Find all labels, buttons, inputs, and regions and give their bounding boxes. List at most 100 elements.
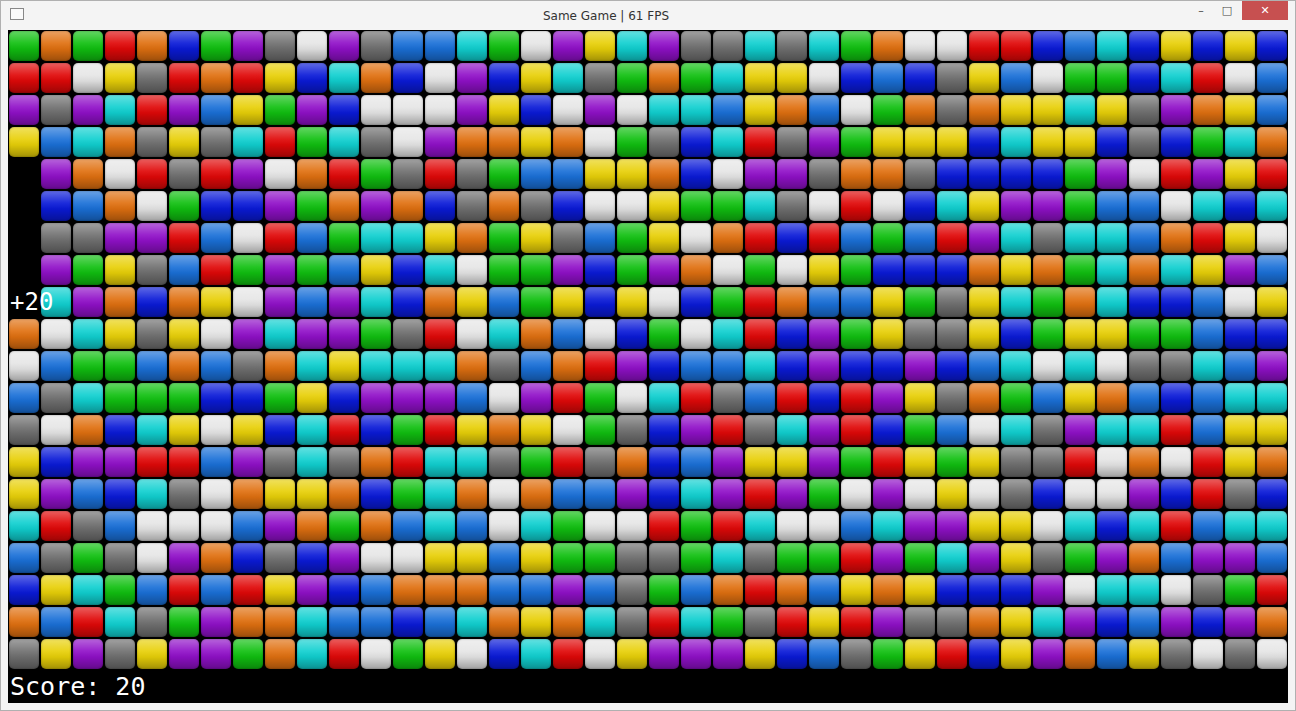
tile[interactable] xyxy=(969,191,999,221)
tile[interactable] xyxy=(841,607,871,637)
tile[interactable] xyxy=(585,287,615,317)
tile[interactable] xyxy=(233,383,263,413)
tile[interactable] xyxy=(649,95,679,125)
tile[interactable] xyxy=(73,575,103,605)
tile[interactable] xyxy=(41,607,71,637)
tile[interactable] xyxy=(1129,223,1159,253)
tile[interactable] xyxy=(1129,31,1159,61)
tile[interactable] xyxy=(1001,447,1031,477)
tile[interactable] xyxy=(169,255,199,285)
tile[interactable] xyxy=(73,447,103,477)
tile[interactable] xyxy=(169,511,199,541)
tile[interactable] xyxy=(265,511,295,541)
tile[interactable] xyxy=(393,255,423,285)
tile[interactable] xyxy=(937,191,967,221)
tile[interactable] xyxy=(521,287,551,317)
tile[interactable] xyxy=(1257,415,1287,445)
tile[interactable] xyxy=(873,95,903,125)
tile[interactable] xyxy=(841,159,871,189)
tile[interactable] xyxy=(1129,511,1159,541)
tile[interactable] xyxy=(105,191,135,221)
tile[interactable] xyxy=(841,351,871,381)
tile[interactable] xyxy=(905,159,935,189)
tile[interactable] xyxy=(1161,191,1191,221)
tile[interactable] xyxy=(1001,159,1031,189)
tile[interactable] xyxy=(681,191,711,221)
tile[interactable] xyxy=(873,479,903,509)
tile[interactable] xyxy=(1129,127,1159,157)
tile[interactable] xyxy=(553,31,583,61)
tile[interactable] xyxy=(1193,511,1223,541)
tile[interactable] xyxy=(393,159,423,189)
tile[interactable] xyxy=(1161,415,1191,445)
tile[interactable] xyxy=(201,351,231,381)
tile[interactable] xyxy=(297,639,327,669)
tile[interactable] xyxy=(457,223,487,253)
tile[interactable] xyxy=(137,127,167,157)
tile[interactable] xyxy=(809,63,839,93)
tile[interactable] xyxy=(233,511,263,541)
tile[interactable] xyxy=(1225,159,1255,189)
tile[interactable] xyxy=(1065,127,1095,157)
tile[interactable] xyxy=(713,319,743,349)
tile[interactable] xyxy=(297,127,327,157)
tile[interactable] xyxy=(521,255,551,285)
tile[interactable] xyxy=(1033,319,1063,349)
tile[interactable] xyxy=(1257,447,1287,477)
tile[interactable] xyxy=(841,575,871,605)
tile[interactable] xyxy=(617,159,647,189)
tile[interactable] xyxy=(1129,351,1159,381)
tile[interactable] xyxy=(201,223,231,253)
tile[interactable] xyxy=(905,383,935,413)
tile[interactable] xyxy=(713,191,743,221)
tile[interactable] xyxy=(1225,95,1255,125)
tile[interactable] xyxy=(137,447,167,477)
tile[interactable] xyxy=(873,383,903,413)
tile[interactable] xyxy=(233,415,263,445)
tile[interactable] xyxy=(201,255,231,285)
tile[interactable] xyxy=(297,383,327,413)
tile[interactable] xyxy=(1097,95,1127,125)
tile[interactable] xyxy=(1257,191,1287,221)
tile[interactable] xyxy=(1097,543,1127,573)
tile[interactable] xyxy=(713,287,743,317)
tile[interactable] xyxy=(617,63,647,93)
tile[interactable] xyxy=(265,223,295,253)
tile[interactable] xyxy=(361,159,391,189)
tile[interactable] xyxy=(969,159,999,189)
tile[interactable] xyxy=(1065,543,1095,573)
tile[interactable] xyxy=(393,223,423,253)
tile[interactable] xyxy=(745,95,775,125)
tile[interactable] xyxy=(1097,351,1127,381)
tile[interactable] xyxy=(617,31,647,61)
tile[interactable] xyxy=(521,95,551,125)
tile[interactable] xyxy=(329,383,359,413)
tile[interactable] xyxy=(457,511,487,541)
tile[interactable] xyxy=(681,159,711,189)
tile[interactable] xyxy=(457,543,487,573)
tile[interactable] xyxy=(809,415,839,445)
tile[interactable] xyxy=(553,127,583,157)
tile[interactable] xyxy=(745,575,775,605)
tile[interactable] xyxy=(745,351,775,381)
tile[interactable] xyxy=(1001,351,1031,381)
tile[interactable] xyxy=(969,95,999,125)
tile[interactable] xyxy=(1001,127,1031,157)
tile[interactable] xyxy=(969,639,999,669)
tile[interactable] xyxy=(1257,479,1287,509)
tile[interactable] xyxy=(361,383,391,413)
tile[interactable] xyxy=(905,255,935,285)
window-control-button[interactable]: ✕ xyxy=(1242,0,1288,20)
tile[interactable] xyxy=(1129,319,1159,349)
tile[interactable] xyxy=(1225,255,1255,285)
tile[interactable] xyxy=(777,287,807,317)
tile[interactable] xyxy=(777,607,807,637)
tile[interactable] xyxy=(169,543,199,573)
tile[interactable] xyxy=(521,351,551,381)
tile[interactable] xyxy=(105,287,135,317)
tile[interactable] xyxy=(745,191,775,221)
tile[interactable] xyxy=(777,543,807,573)
tile[interactable] xyxy=(777,223,807,253)
tile[interactable] xyxy=(1129,95,1159,125)
tile[interactable] xyxy=(969,63,999,93)
